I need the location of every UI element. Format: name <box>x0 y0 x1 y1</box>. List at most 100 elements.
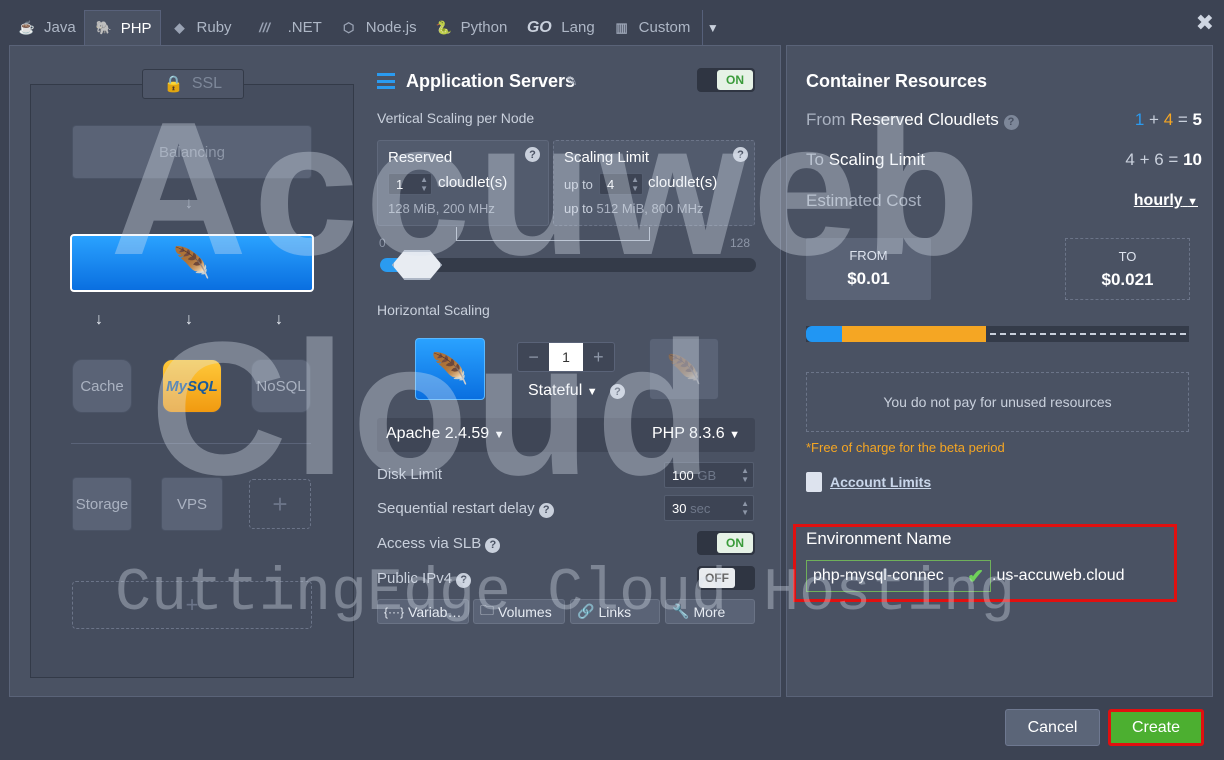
storage-node[interactable]: Storage <box>72 477 132 531</box>
help-icon[interactable]: ? <box>538 502 554 518</box>
disk-limit-input[interactable]: 100 GB ▲ ▼ <box>664 462 754 488</box>
braces-icon: {···} <box>384 604 405 619</box>
vps-node[interactable]: VPS <box>161 477 223 531</box>
cost-to-value: $0.021 <box>1101 270 1154 289</box>
slider-connector <box>456 227 650 241</box>
cost-period-select[interactable]: hourly ▼ <box>1134 192 1198 210</box>
cost-bar-scaling <box>842 326 986 342</box>
help-icon[interactable]: ? <box>733 147 748 162</box>
restart-delay-label: Sequential restart delay ? <box>377 500 554 518</box>
unused-resources-note: You do not pay for unused resources <box>806 372 1189 432</box>
beta-note: *Free of charge for the beta period <box>806 440 1005 455</box>
volumes-button[interactable]: 🗀 Volumes <box>473 599 565 624</box>
java-icon: ☕ <box>18 19 36 35</box>
mysql-node[interactable]: MySQL <box>162 359 222 413</box>
add-node-button[interactable]: + <box>249 479 311 529</box>
scaling-limit-box: Scaling Limit ? up to 4 ▲ ▼ cloudlet(s) up… <box>553 140 755 226</box>
container-resources-title: Container Resources <box>806 71 988 91</box>
slider-handle[interactable] <box>392 250 442 280</box>
account-limits-link[interactable]: Account Limits <box>806 472 931 492</box>
tabs-more-dropdown[interactable]: ▼ <box>702 10 722 45</box>
cancel-button[interactable]: Cancel <box>1005 709 1100 746</box>
feather-icon: 🪶 <box>666 353 702 385</box>
help-icon[interactable]: ? <box>610 384 625 399</box>
feather-icon: 🪶 <box>431 352 469 386</box>
restart-delay-input[interactable]: 30 sec ▲ ▼ <box>664 495 754 521</box>
reserved-box: Reserved ? 1 ▲ ▼ cloudlet(s) 128 MiB, 200 … <box>377 140 549 226</box>
tab-dotnet[interactable]: /// .NET <box>240 10 330 45</box>
links-button[interactable]: 🔗 Links <box>570 599 660 624</box>
caret-down-icon: ▼ <box>493 429 505 441</box>
tab-go[interactable]: GO Lang <box>515 10 602 45</box>
language-tabs: ☕ Java 🐘 PHP ◆ Ruby /// .NET ⬡ Node.js 🐍… <box>8 9 722 46</box>
reserved-spec: 128 MiB, 200 MHz <box>388 201 495 216</box>
dotnet-icon: /// <box>259 20 270 35</box>
upto-label: up to <box>564 177 593 192</box>
apache-node-icon[interactable]: 🪶 <box>415 338 485 400</box>
cloudlet-slider[interactable] <box>380 250 756 280</box>
link-icon: 🔗 <box>577 603 595 619</box>
disk-limit-label: Disk Limit <box>377 466 443 483</box>
reserved-cloudlets-input[interactable]: 1 ▲ ▼ <box>388 173 432 195</box>
php-version-select[interactable]: PHP 8.3.6 ▼ <box>652 425 740 443</box>
tab-php[interactable]: 🐘 PHP <box>83 9 161 46</box>
more-button[interactable]: 🔧 More <box>665 599 755 624</box>
environment-domain: .us-accuweb.cloud <box>992 567 1125 584</box>
node-count-input[interactable]: 1 <box>549 343 583 371</box>
app-server-node[interactable]: 🪶 <box>70 234 314 292</box>
increment-button[interactable]: + <box>583 343 614 371</box>
variables-button[interactable]: {···} Variab… <box>377 599 469 624</box>
balancing-node[interactable]: Balancing <box>72 125 312 179</box>
tab-python[interactable]: 🐍 Python <box>425 10 516 45</box>
create-button[interactable]: Create <box>1108 709 1204 746</box>
cost-bar <box>806 326 1189 342</box>
ipv4-label: Public IPv4 ? <box>377 570 472 588</box>
tab-java[interactable]: ☕ Java <box>8 10 84 45</box>
scaling-limit-sum: 4 + 6 = 10 <box>1125 150 1202 169</box>
slb-label: Access via SLB ? <box>377 535 501 553</box>
scaling-limit-input[interactable]: 4 ▲ ▼ <box>599 173 643 195</box>
cost-from-box: FROM $0.01 <box>806 238 931 300</box>
close-icon[interactable]: ✖ <box>1196 10 1214 36</box>
reserved-cloudlets-label: From Reserved Cloudlets ? <box>806 110 1019 130</box>
php-icon: 🐘 <box>95 20 112 35</box>
dedicated-node-icon[interactable]: 🪶 <box>649 338 719 400</box>
ipv4-toggle[interactable]: OFF <box>697 566 755 590</box>
tab-ruby[interactable]: ◆ Ruby <box>161 10 240 45</box>
arrow-down-icon: ↓ <box>95 311 103 328</box>
scaling-mode-select[interactable]: Stateful ▼ <box>528 382 598 400</box>
horizontal-scaling-label: Horizontal Scaling <box>377 302 490 318</box>
caret-down-icon: ▼ <box>586 386 598 398</box>
ssl-toggle[interactable]: 🔒 SSL <box>142 69 244 99</box>
decrement-button[interactable]: − <box>518 343 549 371</box>
app-servers-title: Application Servers <box>406 71 576 91</box>
arrow-down-icon: ↓ <box>185 311 193 328</box>
environment-name-label: Environment Name <box>806 529 952 548</box>
ruby-icon: ◆ <box>174 19 185 35</box>
create-environment-dialog: ☕ Java 🐘 PHP ◆ Ruby /// .NET ⬡ Node.js 🐍… <box>0 0 1224 760</box>
nosql-node[interactable]: NoSQL <box>251 359 311 413</box>
cache-node[interactable]: Cache <box>72 359 132 413</box>
reserved-cloudlets-sum: 1 + 4 = 5 <box>1134 110 1202 129</box>
python-icon: 🐍 <box>435 19 452 35</box>
tab-nodejs[interactable]: ⬡ Node.js <box>330 10 425 45</box>
custom-icon: ▥ <box>615 19 628 35</box>
arrow-down-icon: ↓ <box>275 311 283 328</box>
app-servers-toggle[interactable]: ON <box>697 68 755 92</box>
topology-wizard: 🔒 SSL Balancing ↓ 🪶 ↓ ↓ ↓ Cache MySQL No… <box>30 69 354 678</box>
slb-toggle[interactable]: ON <box>697 531 755 555</box>
caret-down-icon: ▼ <box>1187 196 1198 208</box>
add-layer-button[interactable]: + <box>72 581 312 629</box>
server-version-select[interactable]: Apache 2.4.59 ▼ <box>386 425 505 443</box>
scaling-limit-label: To Scaling Limit <box>806 150 926 169</box>
help-icon[interactable]: ? <box>525 147 540 162</box>
help-icon[interactable]: ? <box>485 537 501 553</box>
help-icon[interactable]: ? <box>456 572 472 588</box>
node-count-stepper: − 1 + <box>517 342 615 372</box>
cost-from-value: $0.01 <box>847 269 890 288</box>
help-icon[interactable]: ? <box>1003 114 1019 130</box>
tab-custom[interactable]: ▥ Custom <box>603 10 699 45</box>
edit-icon[interactable]: ✎ <box>566 73 578 90</box>
wrench-icon: 🔧 <box>672 603 690 619</box>
environment-name-input[interactable]: php-mysql-connec ✔ <box>806 560 991 592</box>
